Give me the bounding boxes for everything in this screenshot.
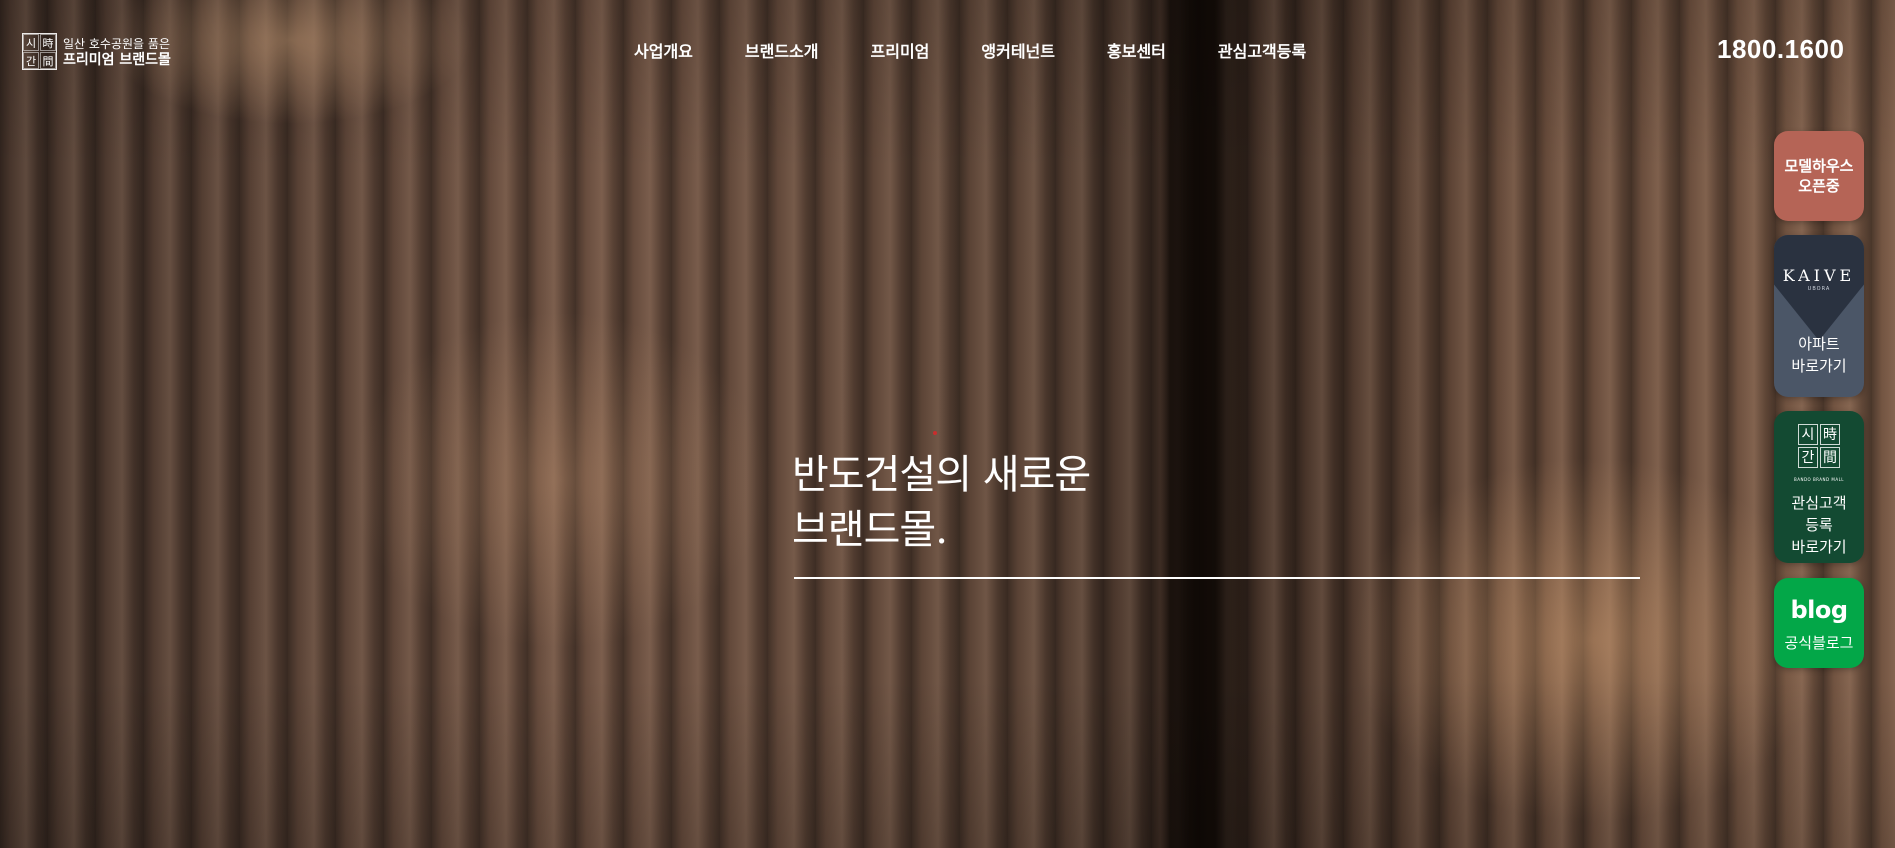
sigan-logo-char: 間 xyxy=(1820,447,1840,468)
kaive-logo-sub: UBORA xyxy=(1807,286,1831,292)
kaive-apartment-button[interactable]: KAIVE UBORA 아파트 바로가기 xyxy=(1774,235,1864,397)
main-navigation: 사업개요 브랜드소개 프리미엄 앵커테넌트 홍보센터 관심고객등록 xyxy=(634,38,1306,62)
hero-vignette xyxy=(0,0,1895,848)
sigan-logo-icon: 시 時 간 間 xyxy=(1798,424,1840,468)
site-logo[interactable]: 시 時 간 間 일산 호수공원을 품은 프리미엄 브랜드몰 xyxy=(22,33,171,70)
model-house-label-line: 오픈중 xyxy=(1798,177,1840,195)
logo-mark-icon: 시 時 간 間 xyxy=(22,33,57,70)
sigan-logo-char: 時 xyxy=(1820,424,1840,445)
logo-mark-char: 시 xyxy=(23,34,39,51)
sigan-logo-sub: BANDO BRAND MALL xyxy=(1793,477,1845,482)
official-blog-button[interactable]: blog 공식블로그 xyxy=(1774,578,1864,668)
hero-title-line-2: 브랜드몰. xyxy=(792,507,948,553)
nav-item-overview[interactable]: 사업개요 xyxy=(634,38,693,62)
nav-item-premium[interactable]: 프리미엄 xyxy=(871,38,930,62)
nav-item-brand[interactable]: 브랜드소개 xyxy=(745,38,819,62)
hero-divider xyxy=(794,577,1640,579)
hero-title-line-1: 반도건설의 새로운 xyxy=(792,452,1091,498)
nav-item-anchor-tenant[interactable]: 앵커테넌트 xyxy=(981,38,1055,62)
kaive-label: 아파트 바로가기 xyxy=(1774,333,1864,377)
interest-register-button[interactable]: 시 時 간 間 BANDO BRAND MALL 관심고객 등록 바로가기 xyxy=(1774,411,1864,563)
hero-title: 반도건설의 새로운 브랜드몰. xyxy=(792,448,1091,558)
nav-item-register[interactable]: 관심고객등록 xyxy=(1218,38,1306,62)
sigan-logo-char: 간 xyxy=(1798,447,1818,468)
interest-register-label: 관심고객 등록 바로가기 xyxy=(1774,492,1864,558)
logo-text: 일산 호수공원을 품은 프리미엄 브랜드몰 xyxy=(63,36,171,68)
model-house-button[interactable]: 모델하우스 오픈중 xyxy=(1774,131,1864,221)
interest-label-line: 관심고객 xyxy=(1791,494,1847,512)
accent-dot xyxy=(933,431,937,435)
kaive-label-line: 바로가기 xyxy=(1791,357,1847,375)
logo-title: 프리미엄 브랜드몰 xyxy=(63,51,171,68)
logo-mark-char: 時 xyxy=(40,34,56,51)
kaive-logo: KAIVE xyxy=(1782,266,1856,285)
blog-label: 공식블로그 xyxy=(1784,634,1854,652)
logo-mark-char: 간 xyxy=(23,52,39,69)
interest-label-line: 등록 xyxy=(1805,516,1833,534)
model-house-label-line: 모델하우스 xyxy=(1784,157,1854,175)
nav-item-pr-center[interactable]: 홍보센터 xyxy=(1107,38,1166,62)
logo-mark-char: 間 xyxy=(40,52,56,69)
model-house-label: 모델하우스 오픈중 xyxy=(1784,156,1853,196)
blog-logo: blog xyxy=(1790,596,1848,624)
kaive-label-line: 아파트 xyxy=(1798,335,1840,353)
phone-number[interactable]: 1800.1600 xyxy=(1717,34,1844,65)
logo-subtitle: 일산 호수공원을 품은 xyxy=(63,36,170,51)
interest-label-line: 바로가기 xyxy=(1791,538,1847,556)
sigan-logo-char: 시 xyxy=(1798,424,1818,445)
